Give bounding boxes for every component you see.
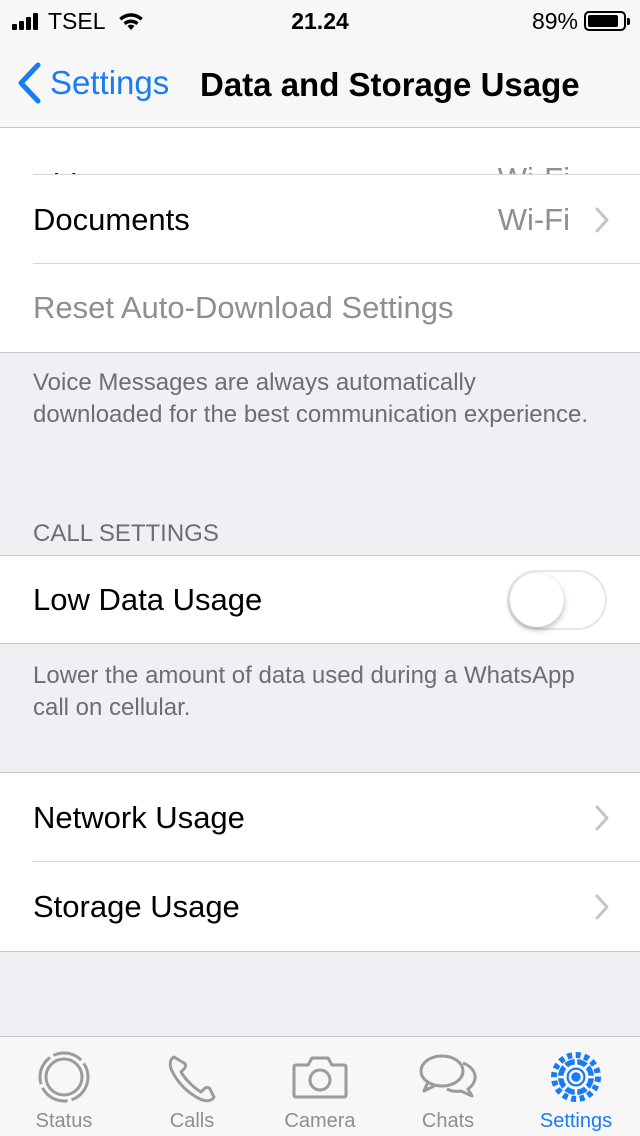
tab-label: Chats bbox=[421, 1110, 475, 1132]
tab-chats[interactable]: Chats bbox=[384, 1037, 512, 1136]
status-icon bbox=[38, 1051, 90, 1103]
row-label: Network Usage bbox=[33, 799, 245, 835]
page-title: Data and Storage Usage bbox=[200, 66, 580, 103]
back-button-label: Settings bbox=[50, 64, 170, 101]
status-right: 89% bbox=[531, 7, 630, 34]
chevron-right-icon bbox=[595, 805, 609, 830]
low-data-usage-toggle[interactable] bbox=[507, 570, 607, 630]
tab-label: Camera bbox=[284, 1110, 356, 1132]
reset-auto-download-button[interactable]: Reset Auto-Download Settings bbox=[0, 264, 640, 353]
back-button[interactable]: Settings bbox=[16, 62, 169, 104]
auto-download-documents-row[interactable]: Documents Wi-Fi bbox=[0, 175, 640, 264]
row-label: Storage Usage bbox=[33, 888, 240, 924]
auto-download-videos-row[interactable]: Videos Wi-Fi bbox=[0, 128, 640, 175]
voice-messages-footnote: Voice Messages are always automatically … bbox=[33, 369, 588, 428]
low-data-footnote: Lower the amount of data used during a W… bbox=[33, 662, 575, 721]
call-settings-group: Low Data Usage bbox=[0, 555, 640, 644]
tab-settings[interactable]: Settings bbox=[512, 1037, 640, 1136]
chevron-right-icon bbox=[595, 207, 609, 232]
tab-camera[interactable]: Camera bbox=[256, 1037, 384, 1136]
tab-bar: Status Calls Camera Chats Settings bbox=[0, 1036, 640, 1136]
row-value: Wi-Fi bbox=[498, 161, 570, 175]
chevron-right-icon bbox=[595, 894, 609, 919]
chat-bubbles-icon bbox=[419, 1054, 477, 1098]
battery-percent: 89% bbox=[531, 7, 578, 34]
battery-fill bbox=[588, 15, 619, 27]
usage-group: Network Usage Storage Usage bbox=[0, 772, 640, 952]
camera-icon bbox=[292, 1056, 348, 1099]
low-data-usage-row: Low Data Usage bbox=[0, 556, 640, 643]
screen: TSEL 21.24 89% Settings Data and Storage… bbox=[0, 0, 640, 1136]
auto-download-group: Videos Wi-Fi Documents Wi-Fi Reset Auto-… bbox=[0, 128, 640, 353]
tab-label: Settings bbox=[539, 1110, 613, 1132]
tab-calls[interactable]: Calls bbox=[128, 1037, 256, 1136]
gear-icon bbox=[551, 1052, 601, 1102]
tab-label: Calls bbox=[169, 1110, 215, 1132]
tab-status[interactable]: Status bbox=[0, 1037, 128, 1136]
reset-auto-download-label: Reset Auto-Download Settings bbox=[33, 290, 454, 325]
status-bar: TSEL 21.24 89% bbox=[0, 0, 640, 42]
low-data-usage-label: Low Data Usage bbox=[33, 581, 263, 617]
row-value: Wi-Fi bbox=[497, 201, 570, 237]
phone-icon bbox=[168, 1055, 216, 1103]
tab-label: Status bbox=[35, 1110, 93, 1132]
settings-content[interactable]: Videos Wi-Fi Documents Wi-Fi Reset Auto-… bbox=[0, 128, 640, 1036]
navigation-bar: Settings Data and Storage Usage bbox=[0, 42, 640, 128]
battery-icon bbox=[584, 11, 630, 31]
storage-usage-row[interactable]: Storage Usage bbox=[0, 862, 640, 951]
call-settings-header: CALL SETTINGS bbox=[33, 520, 219, 547]
toggle-knob bbox=[510, 573, 564, 627]
network-usage-row[interactable]: Network Usage bbox=[0, 773, 640, 862]
chevron-left-icon bbox=[18, 62, 41, 104]
row-label: Documents bbox=[33, 201, 190, 237]
